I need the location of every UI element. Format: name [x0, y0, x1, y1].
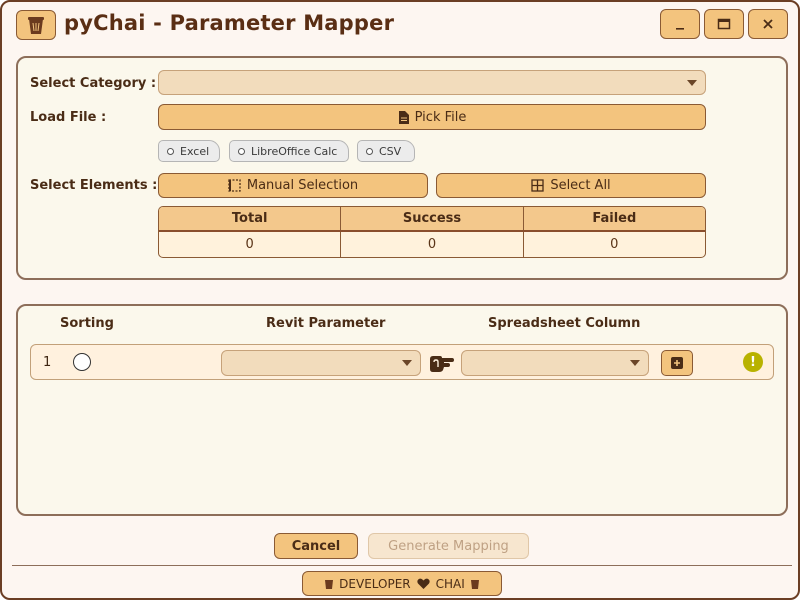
stats-header-failed: Failed [592, 211, 637, 226]
minimize-button[interactable] [660, 9, 700, 39]
chai-cup-icon [28, 17, 44, 34]
chai-cup-icon [325, 580, 334, 589]
stats-value-row: 0 0 0 [159, 232, 705, 257]
close-button[interactable] [748, 9, 788, 39]
spreadsheet-column-dropdown[interactable] [461, 350, 649, 376]
chai-cup-icon [470, 580, 479, 589]
chai-label: CHAI [435, 576, 465, 591]
stats-table: Total Success Failed 0 0 0 [158, 206, 706, 258]
sorting-radio[interactable] [73, 353, 91, 371]
maximize-button[interactable] [704, 9, 744, 39]
close-icon [763, 19, 773, 29]
select-elements-label: Select Elements : [30, 178, 158, 193]
add-row-button[interactable] [661, 350, 693, 376]
app-logo-button[interactable] [16, 10, 56, 40]
file-type-csv-radio[interactable]: CSV [357, 140, 415, 162]
footer-divider [12, 565, 792, 566]
manual-selection-label: Manual Selection [246, 178, 359, 193]
chevron-down-icon [630, 360, 640, 366]
mapping-panel [16, 304, 788, 516]
pick-file-label: Pick File [414, 109, 467, 125]
plus-square-icon [671, 357, 683, 369]
mapping-row: 1 ! [30, 344, 774, 380]
file-type-excel-radio[interactable]: Excel [158, 140, 220, 162]
spreadsheet-column-header: Spreadsheet Column [488, 316, 641, 331]
warning-icon: ! [743, 352, 763, 372]
select-all-button[interactable]: Select All [436, 173, 706, 198]
manual-selection-button[interactable]: Manual Selection [158, 173, 428, 198]
chevron-down-icon [687, 79, 697, 86]
developer-label: DEVELOPER [339, 576, 411, 591]
stats-total-value: 0 [159, 232, 342, 257]
cancel-button[interactable]: Cancel [274, 533, 358, 559]
stats-success-value: 0 [341, 232, 524, 257]
maximize-icon [717, 18, 731, 30]
file-type-label: LibreOffice Calc [251, 144, 338, 158]
file-icon [398, 110, 409, 124]
sorting-header: Sorting [60, 316, 114, 331]
grid-icon [531, 179, 544, 192]
generate-mapping-button[interactable]: Generate Mapping [368, 533, 529, 559]
window-title: pyChai - Parameter Mapper [64, 11, 395, 35]
radio-circle-icon [366, 147, 373, 155]
revit-parameter-header: Revit Parameter [266, 316, 386, 331]
file-type-label: CSV [379, 144, 402, 158]
pointing-hand-icon [430, 356, 454, 372]
load-file-label: Load File : [30, 110, 107, 125]
stats-header-success: Success [341, 207, 524, 230]
selection-icon [228, 179, 241, 192]
stats-header-total: Total [159, 207, 342, 230]
stats-header-row: Total Success Failed [159, 207, 705, 232]
select-all-label: Select All [550, 178, 611, 193]
revit-parameter-dropdown[interactable] [221, 350, 421, 376]
file-type-libreoffice-radio[interactable]: LibreOffice Calc [229, 140, 349, 162]
category-dropdown[interactable] [158, 70, 706, 95]
radio-circle-icon [167, 147, 174, 155]
row-index: 1 [43, 355, 52, 370]
stats-failed-value: 0 [610, 237, 619, 252]
minimize-icon [676, 28, 684, 30]
select-category-label: Select Category : [30, 76, 157, 91]
developer-chai-button[interactable]: DEVELOPER CHAI [302, 571, 502, 596]
heart-icon [417, 578, 430, 589]
radio-circle-icon [238, 147, 245, 155]
app-window: pyChai - Parameter Mapper Select Categor… [0, 0, 800, 600]
chevron-down-icon [402, 360, 412, 366]
pick-file-button[interactable]: Pick File [158, 104, 706, 130]
file-type-label: Excel [180, 144, 210, 158]
